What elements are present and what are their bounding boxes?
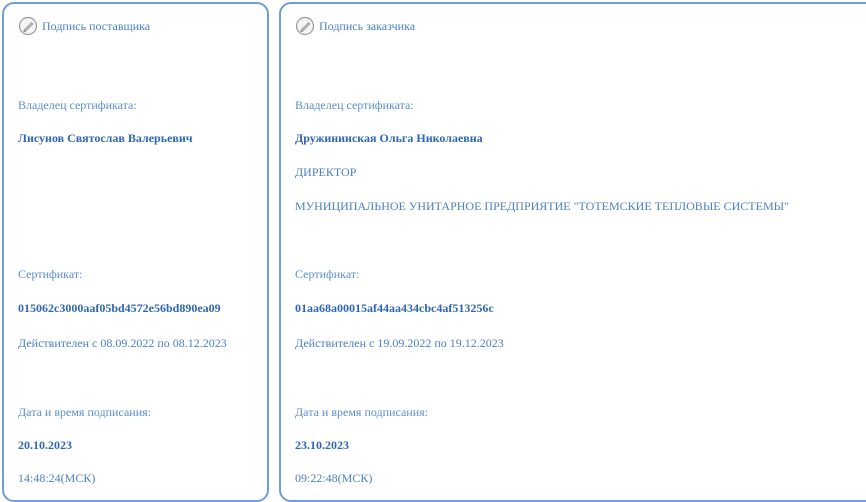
customer-signature-card: Подпись заказчика Владелец сертификата: … (279, 2, 866, 502)
customer-owner-position: ДИРЕКТОР (295, 165, 357, 179)
supplier-owner-name: Лисунов Святослав Валерьевич (18, 131, 193, 145)
supplier-signature-title: Подпись поставщика (42, 18, 151, 33)
customer-signature-header: Подпись заказчика (295, 16, 415, 36)
customer-cert-validity: Действителен с 19.09.2022 по 19.12.2023 (295, 336, 504, 350)
customer-organization: МУНИЦИПАЛЬНОЕ УНИТАРНОЕ ПРЕДПРИЯТИЕ "ТОТ… (295, 199, 789, 213)
supplier-sign-date: 20.10.2023 (18, 438, 72, 452)
customer-sign-time: 09:22:48(МСК) (295, 471, 373, 485)
customer-date-label: Дата и время подписания: (295, 405, 428, 419)
customer-sign-date: 23.10.2023 (295, 438, 349, 452)
supplier-sign-time: 14:48:24(МСК) (18, 471, 96, 485)
pen-circle-icon (18, 16, 38, 36)
pen-circle-icon (295, 16, 315, 36)
supplier-date-label: Дата и время подписания: (18, 405, 151, 419)
supplier-cert-number: 015062c3000aaf05bd4572e56bd890ea09 (18, 301, 221, 315)
customer-owner-name: Дружининская Ольга Николаевна (295, 131, 483, 145)
supplier-signature-card: Подпись поставщика Владелец сертификата:… (2, 2, 269, 502)
supplier-cert-validity: Действителен с 08.09.2022 по 08.12.2023 (18, 336, 227, 350)
supplier-signature-header: Подпись поставщика (18, 16, 150, 36)
supplier-cert-label: Сертификат: (18, 267, 83, 281)
customer-owner-label: Владелец сертификата: (295, 98, 414, 112)
customer-signature-title: Подпись заказчика (319, 18, 416, 33)
supplier-owner-label: Владелец сертификата: (18, 98, 137, 112)
customer-cert-number: 01aa68a00015af44aa434cbc4af513256c (295, 301, 494, 315)
customer-cert-label: Сертификат: (295, 267, 360, 281)
